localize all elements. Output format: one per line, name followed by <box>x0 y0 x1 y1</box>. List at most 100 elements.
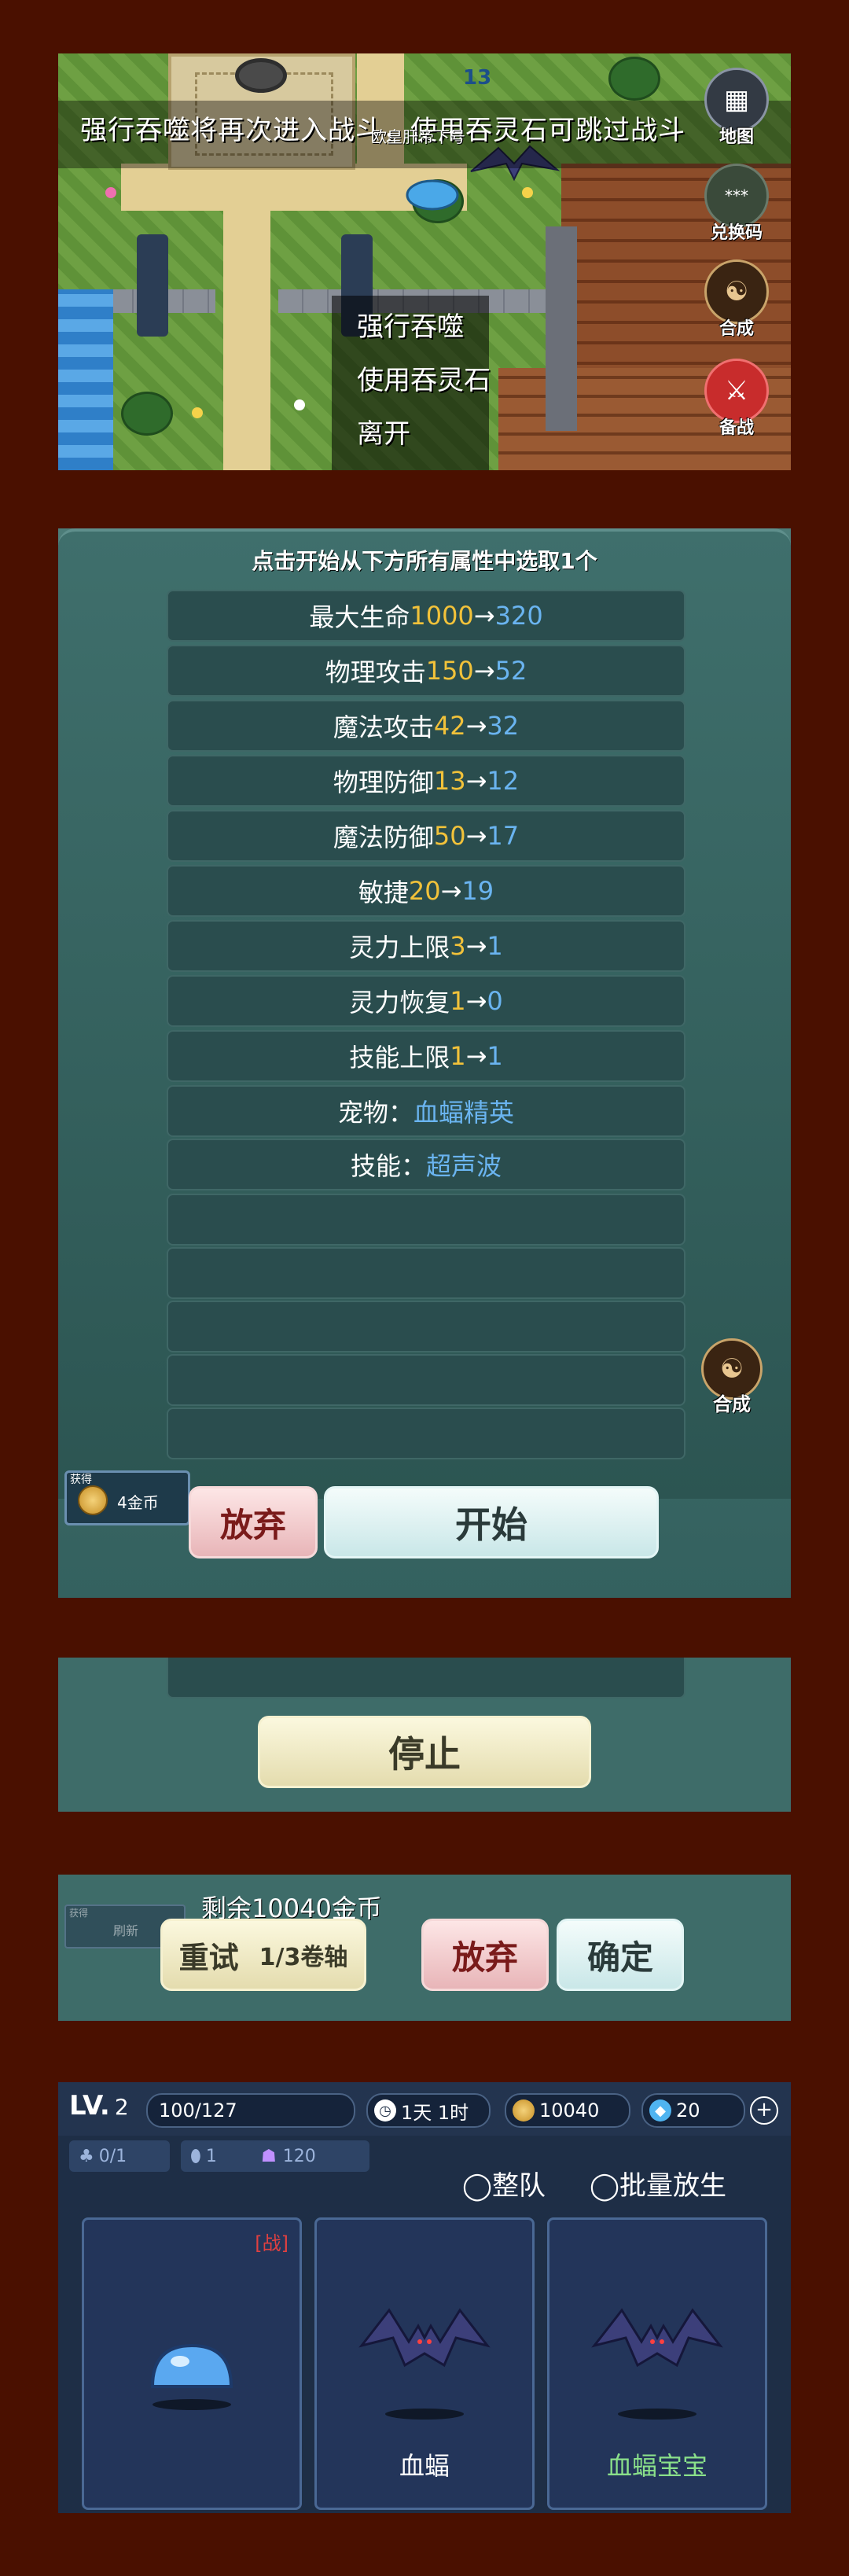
attribute-label: 物理防御 <box>333 767 434 797</box>
empty-attribute-row <box>167 1194 685 1246</box>
stop-button[interactable]: 停止 <box>258 1716 591 1788</box>
synthesize-button[interactable]: ☯ 合成 <box>696 1338 767 1417</box>
choice-use-stone[interactable]: 使用吞灵石 <box>357 359 491 397</box>
attribute-label: 灵力上限 <box>349 933 450 962</box>
iron-fence <box>546 226 577 431</box>
attribute-new: 32 <box>487 711 520 741</box>
slime-sprite <box>150 2343 233 2388</box>
in-battle-badge: [战] <box>255 2232 289 2254</box>
redeem-code-label: 兑换码 <box>710 223 763 243</box>
attribute-label: 敏捷 <box>358 878 409 907</box>
player-name: 欧皇肝帝下号 <box>371 127 465 146</box>
attribute-row[interactable]: 灵力恢复 1 → 0 <box>167 975 685 1027</box>
gem-value: 20 <box>676 2099 700 2122</box>
reward-amount: 4金币 <box>117 1493 159 1512</box>
attribute-old: 1 <box>450 1041 466 1071</box>
gem-icon: ◆ <box>649 2099 671 2122</box>
egg-pill: ⬮ 1 <box>181 2140 263 2172</box>
attribute-row[interactable]: 敏捷 20 → 19 <box>167 865 685 917</box>
bush <box>608 57 660 101</box>
well <box>235 58 287 93</box>
batch-release-option[interactable]: ◯批量放生 <box>590 2164 726 2202</box>
attribute-row[interactable]: 最大生命 1000 → 320 <box>167 590 685 642</box>
attribute-arrow: → <box>465 1041 487 1071</box>
attribute-label: 灵力恢复 <box>349 988 450 1018</box>
picker-header: 点击开始从下方所有属性中选取1个 <box>252 548 597 574</box>
choice-force-devour[interactable]: 强行吞噬 <box>357 305 464 344</box>
start-button[interactable]: 开始 <box>324 1486 659 1558</box>
flower <box>105 187 116 198</box>
battle-prep-label: 备战 <box>719 418 754 438</box>
giveup-button[interactable]: 放弃 <box>189 1486 318 1558</box>
pet-card[interactable]: 血蝠宝宝 <box>547 2217 767 2510</box>
pet-name: 血蝠 <box>399 2451 450 2481</box>
pet-card[interactable]: [战] <box>82 2217 302 2510</box>
map-label: 地图 <box>719 127 754 147</box>
retry-label: 重试 <box>178 1940 239 1975</box>
attribute-label: 魔法攻击 <box>333 712 434 742</box>
pet-value: 血蝠精英 <box>413 1098 515 1128</box>
battle-prep-button[interactable]: ⚔ 备战 <box>693 359 780 445</box>
time-value: 1天 1时 <box>401 2101 469 2124</box>
pet-row[interactable]: 宠物： 血蝠精英 <box>167 1085 685 1137</box>
skill-label: 技能： <box>350 1151 426 1181</box>
pet-name: 血蝠宝宝 <box>606 2451 708 2481</box>
attribute-row[interactable]: 魔法防御 50 → 17 <box>167 810 685 862</box>
add-gems-button[interactable]: + <box>750 2096 778 2125</box>
dirt-road <box>223 164 270 470</box>
slot-value: 0/1 <box>98 2146 127 2166</box>
bat-sprite <box>358 2308 491 2368</box>
attribute-new: 320 <box>494 601 543 631</box>
attribute-arrow: → <box>465 931 487 961</box>
choice-leave[interactable]: 离开 <box>357 412 410 451</box>
exp-value: 100/127 <box>159 2099 237 2122</box>
confirm-button[interactable]: 确定 <box>557 1919 684 1991</box>
attribute-arrow: → <box>473 601 495 631</box>
gold-coin-icon <box>78 1485 108 1515</box>
egg-icon: ⬮ <box>190 2146 201 2166</box>
level-label: LV. <box>69 2090 110 2122</box>
attribute-arrow: → <box>465 986 487 1016</box>
flower <box>522 187 533 198</box>
slot-pill: ♣ 0/1 <box>69 2140 170 2172</box>
retry-button[interactable]: 重试 1/3卷轴 <box>160 1919 366 1991</box>
attribute-old: 50 <box>433 821 466 851</box>
redeem-code-button[interactable]: *** 兑换码 <box>693 164 780 250</box>
giveup-button[interactable]: 放弃 <box>421 1919 549 1991</box>
skill-row[interactable]: 技能： 超声波 <box>167 1139 685 1190</box>
attribute-old: 1 <box>450 986 466 1016</box>
attribute-row[interactable]: 技能上限 1 → 1 <box>167 1030 685 1082</box>
water-channel <box>58 289 113 470</box>
attribute-arrow: → <box>465 711 487 741</box>
player-level: LV. 2 <box>69 2090 129 2122</box>
attribute-picker-panel: 点击开始从下方所有属性中选取1个 最大生命 1000 → 320 物理攻击 150 → 52 魔… <box>58 528 791 1598</box>
level-value: 2 <box>114 2094 129 2120</box>
attribute-new: 17 <box>487 821 520 851</box>
team-option[interactable]: ◯整队 <box>462 2164 546 2202</box>
attribute-old: 20 <box>408 876 441 906</box>
monster-value: 120 <box>282 2146 316 2166</box>
attribute-label: 最大生命 <box>309 602 410 632</box>
pet-card[interactable]: 血蝠 <box>314 2217 535 2510</box>
reward-tag: 获得 <box>70 1474 92 1486</box>
attribute-new: 1 <box>487 931 503 961</box>
attribute-label: 技能上限 <box>349 1043 450 1073</box>
bat-sprite <box>591 2308 723 2368</box>
attribute-row[interactable]: 物理防御 13 → 12 <box>167 755 685 807</box>
skill-value: 超声波 <box>426 1151 502 1181</box>
flower <box>192 407 203 418</box>
attribute-old: 13 <box>433 766 466 796</box>
attribute-row[interactable]: 魔法攻击 42 → 32 <box>167 700 685 752</box>
attribute-arrow: → <box>440 876 462 906</box>
attribute-new: 52 <box>494 656 527 686</box>
pet-label: 宠物： <box>337 1098 413 1128</box>
attribute-row[interactable]: 物理攻击 150 → 52 <box>167 645 685 697</box>
pet-screen: LV. 2 100/127 ◷ 1天 1时 10040 ◆ 20 + ♣ 0/1 ⬮… <box>58 2082 791 2513</box>
attribute-new: 0 <box>487 986 503 1016</box>
map-button[interactable]: ▦ 地图 <box>693 68 780 154</box>
synthesize-button[interactable]: ☯ 合成 <box>693 259 780 346</box>
monster-icon: ☗ <box>261 2146 277 2166</box>
gem-pill: ◆ 20 <box>641 2093 745 2128</box>
attribute-row[interactable]: 灵力上限 3 → 1 <box>167 920 685 972</box>
attribute-new: 1 <box>487 1041 503 1071</box>
